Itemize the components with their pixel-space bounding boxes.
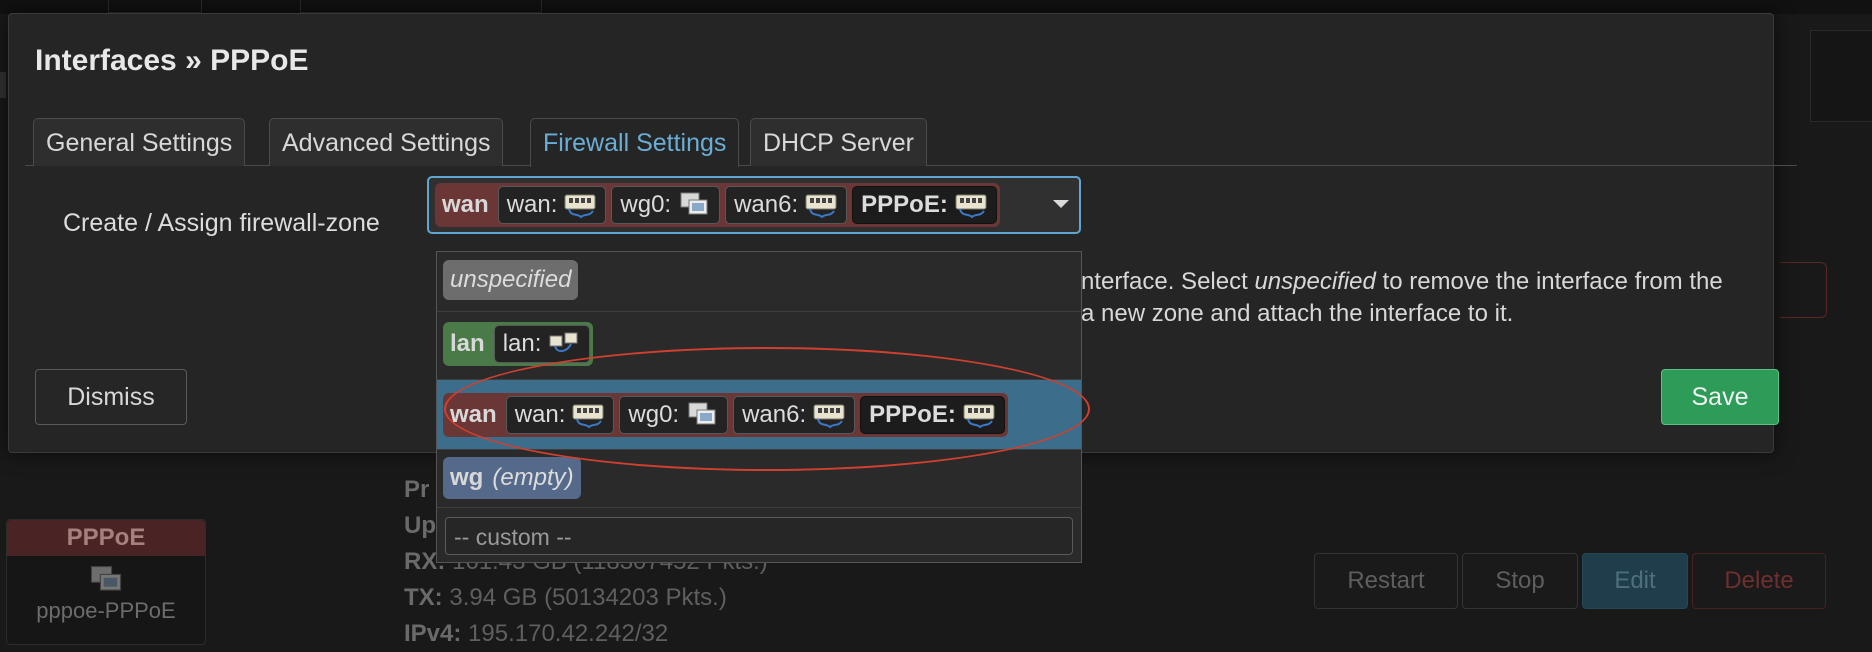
- firewall-zone-help: nterface. Select unspecified to remove t…: [1081, 266, 1723, 330]
- delete-button[interactable]: Delete: [1692, 553, 1826, 609]
- edit-button[interactable]: Edit: [1582, 553, 1688, 609]
- stat-ipv4-value: 195.170.42.242/32: [468, 620, 669, 647]
- device-label: wan:: [514, 401, 566, 428]
- stat-tx-label: TX:: [404, 584, 443, 611]
- option-unspecified[interactable]: unspecified: [437, 252, 1081, 312]
- save-button[interactable]: Save: [1661, 369, 1779, 425]
- device-chip-lan: lan:: [493, 325, 591, 363]
- zone-name: wg: [450, 464, 484, 491]
- stat-ipv4-label: IPv4:: [404, 620, 462, 647]
- device-chip-wg0: wg0:: [611, 186, 721, 224]
- background-edge-mark: [0, 72, 6, 98]
- stat-ipv4: IPv4: 195.170.42.242/32: [404, 616, 768, 652]
- device-label: PPPoE:: [869, 401, 956, 428]
- stat-uptime-label: Up: [404, 512, 436, 539]
- tunnel-icon: [87, 564, 125, 596]
- modal-title: Interfaces » PPPoE: [35, 44, 309, 77]
- ethernet-icon: [954, 191, 988, 219]
- background-error-frame: [1780, 262, 1827, 318]
- zone-badge-wg: wg (empty): [443, 457, 581, 499]
- tab-general-settings[interactable]: General Settings: [33, 118, 246, 166]
- tunnel-icon: [677, 191, 711, 219]
- background-panel: [1810, 30, 1872, 122]
- stat-protocol-label: Pr: [404, 476, 430, 503]
- device-chip-wan6: wan6:: [725, 186, 848, 224]
- zone-name: wan: [442, 191, 489, 218]
- selected-zone-wan: wan wan: wg0: wan6: PPPoE:: [435, 183, 1000, 227]
- tab-advanced-settings[interactable]: Advanced Settings: [269, 118, 504, 166]
- device-label: lan:: [502, 330, 542, 357]
- option-wg[interactable]: wg (empty): [437, 450, 1081, 508]
- background-tab: [108, 0, 202, 13]
- option-lan[interactable]: lan lan:: [437, 312, 1081, 380]
- interface-card: PPPoE pppoe-PPPoE: [6, 519, 206, 645]
- device-chip-pppoe: PPPoE:: [852, 186, 997, 224]
- device-label: wan6:: [742, 401, 807, 428]
- firewall-zone-label: Create / Assign firewall-zone: [63, 209, 380, 237]
- interface-name: PPPoE: [7, 520, 205, 556]
- stop-button[interactable]: Stop: [1462, 553, 1578, 609]
- device-chip-wan6: wan6:: [733, 396, 856, 434]
- help-emphasis: unspecified: [1254, 268, 1376, 295]
- interface-device: pppoe-PPPoE: [36, 598, 176, 623]
- device-chip-wg0: wg0:: [619, 396, 729, 434]
- stat-tx-value: 3.94 GB (50134203 Pkts.): [449, 584, 727, 611]
- device-chip-wan: wan:: [497, 186, 607, 224]
- ethernet-icon: [563, 191, 597, 219]
- zone-empty-note: (empty): [492, 464, 574, 491]
- zone-badge-wan: wan wan: wg0: wan6: PPPoE:: [443, 393, 1008, 437]
- device-label: PPPoE:: [861, 191, 948, 218]
- tab-dhcp-server[interactable]: DHCP Server: [750, 118, 927, 166]
- ethernet-icon: [812, 401, 846, 429]
- tab-firewall-settings[interactable]: Firewall Settings: [530, 118, 740, 167]
- zone-badge-lan: lan lan:: [443, 322, 594, 366]
- help-text: to remove the interface from the: [1375, 268, 1723, 295]
- ethernet-icon: [804, 191, 838, 219]
- restart-button[interactable]: Restart: [1314, 553, 1458, 609]
- firewall-zone-dropdown: unspecified lan lan: wan wan: wg0: wan6:…: [436, 251, 1082, 563]
- tab-bar: General Settings Advanced Settings Firew…: [25, 104, 1797, 167]
- zone-name: unspecified: [450, 266, 572, 293]
- help-text: nterface. Select: [1081, 268, 1255, 295]
- zone-name: wan: [450, 401, 497, 428]
- device-label: wan6:: [734, 191, 799, 218]
- firewall-zone-select[interactable]: wan wan: wg0: wan6: PPPoE:: [427, 176, 1081, 234]
- option-wan[interactable]: wan wan: wg0: wan6: PPPoE:: [437, 380, 1081, 450]
- device-label: wg0:: [628, 401, 680, 428]
- ethernet-icon: [962, 401, 996, 429]
- stat-tx: TX: 3.94 GB (50134203 Pkts.): [404, 580, 768, 616]
- tunnel-icon: [685, 401, 719, 429]
- zone-name: lan: [450, 330, 485, 357]
- device-label: wan:: [506, 191, 558, 218]
- help-line-1: nterface. Select unspecified to remove t…: [1081, 266, 1723, 298]
- background-tab: [300, 0, 542, 13]
- custom-zone-input[interactable]: -- custom --: [445, 517, 1073, 555]
- lan-icon: [547, 330, 581, 358]
- help-line-2: a new zone and attach the interface to i…: [1081, 300, 1514, 327]
- device-label: wg0:: [620, 191, 672, 218]
- background-tabstrip: [0, 0, 1872, 14]
- device-chip-wan: wan:: [505, 396, 615, 434]
- ethernet-icon: [571, 401, 605, 429]
- device-chip-pppoe: PPPoE:: [860, 396, 1005, 434]
- chevron-down-icon[interactable]: [1053, 200, 1069, 208]
- zone-badge-unspecified: unspecified: [443, 260, 579, 300]
- dismiss-button[interactable]: Dismiss: [35, 369, 187, 425]
